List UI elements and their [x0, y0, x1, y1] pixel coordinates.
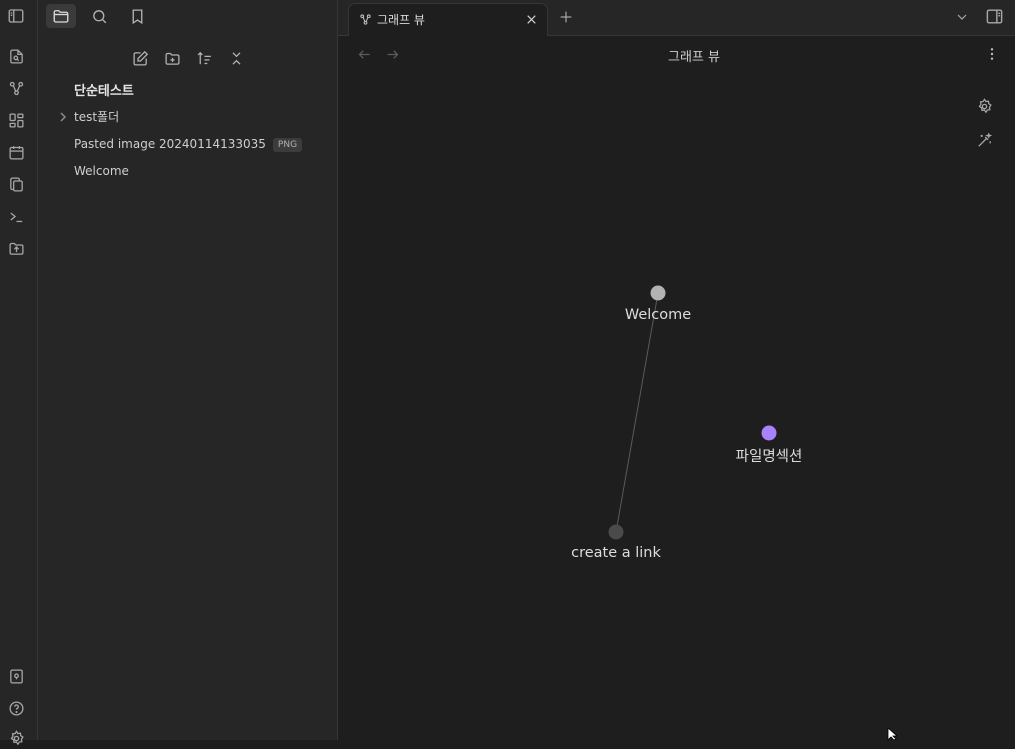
tree-file-label: Pasted image 20240114133035	[74, 137, 266, 151]
bookmark-icon	[132, 8, 142, 24]
sort-icon	[197, 51, 211, 64]
file-type-badge: PNG	[272, 138, 303, 152]
graph-node-welcome[interactable]	[650, 285, 666, 301]
tree-folder-item[interactable]: test폴더	[74, 108, 119, 126]
search-tab[interactable]	[84, 4, 114, 28]
tab-bar: 그래프 뷰	[338, 0, 1015, 36]
graph-canvas[interactable]	[338, 36, 1015, 740]
sidebar-right-icon	[986, 9, 1003, 24]
graph-icon	[359, 13, 372, 26]
tree-file-item[interactable]: Pasted image 20240114133035 PNG	[74, 135, 303, 153]
new-tab-button[interactable]	[558, 9, 574, 25]
tab-list-button[interactable]	[954, 9, 970, 25]
chevron-down-icon	[957, 14, 967, 20]
mouse-cursor-icon	[887, 727, 899, 740]
sort-button[interactable]	[192, 46, 216, 70]
bookmarks-tab[interactable]	[122, 4, 152, 28]
help-icon[interactable]	[5, 697, 27, 719]
tree-file-item[interactable]: Welcome	[74, 162, 129, 180]
tab-graph-view[interactable]: 그래프 뷰	[348, 3, 548, 36]
file-search-icon[interactable]	[5, 45, 27, 67]
search-icon	[92, 9, 106, 23]
chevron-right-icon[interactable]	[58, 110, 68, 124]
copy-icon[interactable]	[5, 173, 27, 195]
folder-upload-icon[interactable]	[5, 237, 27, 259]
sidebar-toggle-icon[interactable]	[5, 5, 27, 27]
calendar-icon[interactable]	[5, 141, 27, 163]
right-sidebar-toggle[interactable]	[985, 7, 1004, 26]
terminal-icon[interactable]	[5, 205, 27, 227]
new-folder-button[interactable]	[160, 46, 184, 70]
node-label-filename: 파일명섹션	[735, 449, 803, 465]
ribbon	[0, 0, 38, 745]
files-tab[interactable]	[46, 4, 76, 28]
edit-icon	[132, 50, 148, 66]
canvas-icon[interactable]	[5, 109, 27, 131]
folder-icon	[53, 10, 69, 23]
folder-plus-icon	[164, 52, 180, 65]
collapse-all-button[interactable]	[224, 46, 248, 70]
tab-title: 그래프 뷰	[377, 13, 425, 27]
vault-name[interactable]: 단순테스트	[74, 80, 134, 99]
settings-icon[interactable]	[5, 727, 27, 749]
graph-node-link[interactable]	[608, 524, 624, 540]
node-label-link: create a link	[571, 545, 661, 561]
vault-switch-icon[interactable]	[5, 665, 27, 687]
collapse-icon	[232, 51, 240, 65]
node-label-welcome: Welcome	[624, 307, 692, 323]
graph-icon[interactable]	[5, 77, 27, 99]
new-note-button[interactable]	[128, 46, 152, 70]
file-explorer-sidebar: 단순테스트 test폴더 Pasted image 20240114133035…	[38, 0, 338, 740]
graph-node-filename[interactable]	[761, 425, 777, 441]
close-icon[interactable]	[525, 13, 538, 26]
graph-edge	[615, 292, 659, 533]
plus-icon	[560, 11, 572, 23]
